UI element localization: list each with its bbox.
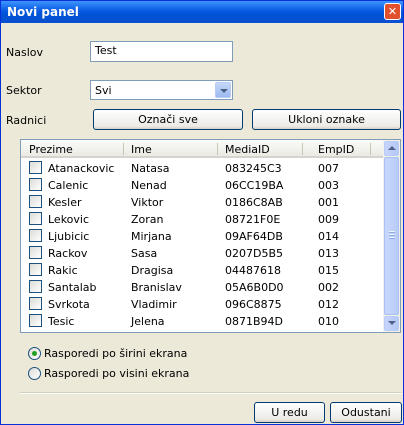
cell-ime: Branislav	[131, 281, 182, 294]
row-checkbox[interactable]	[29, 263, 42, 276]
row-checkbox[interactable]	[29, 161, 42, 174]
grip-line	[389, 237, 395, 239]
cell-mediaid: 0186C8AB	[225, 196, 283, 209]
table-row[interactable]: Lekovic Zoran 08721F0E 009	[21, 211, 383, 227]
cell-prezime: Ljubicic	[48, 230, 90, 243]
cell-empid: 012	[318, 298, 339, 311]
sektor-select[interactable]: Svi	[90, 80, 233, 100]
close-icon: ✕	[387, 5, 398, 18]
footer-divider	[20, 392, 401, 394]
row-checkbox[interactable]	[29, 178, 42, 191]
cell-ime: Jelena	[131, 315, 165, 328]
header-ime[interactable]: Ime	[131, 143, 152, 156]
chevron-down-icon[interactable]	[215, 82, 231, 98]
grip-line	[389, 231, 395, 233]
header-separator[interactable]	[217, 143, 218, 155]
cell-prezime: Calenic	[48, 179, 89, 192]
cell-ime: Viktor	[131, 196, 164, 209]
table-row[interactable]: Svrkota Vladimir 096C8875 012	[21, 296, 383, 312]
row-checkbox[interactable]	[29, 246, 42, 259]
ok-button[interactable]: U redu	[254, 402, 325, 423]
header-separator[interactable]	[123, 143, 124, 155]
header-prezime[interactable]: Prezime	[29, 143, 73, 156]
cell-empid: 003	[318, 179, 339, 192]
cell-ime: Sasa	[131, 247, 158, 260]
ukloni-oznake-button[interactable]: Ukloni oznake	[252, 109, 401, 130]
cell-empid: 007	[318, 162, 339, 175]
cell-ime: Nenad	[131, 179, 167, 192]
cell-mediaid: 0207D5B5	[225, 247, 284, 260]
row-checkbox[interactable]	[29, 195, 42, 208]
table-row[interactable]: Atanackovic Natasa 083245C3 007	[21, 160, 383, 176]
cell-mediaid: 083245C3	[225, 162, 282, 175]
window-title: Novi panel	[7, 5, 79, 19]
cell-mediaid: 096C8875	[225, 298, 282, 311]
title-bar[interactable]: Novi panel ✕	[1, 1, 403, 23]
table-row[interactable]: Calenic Nenad 06CC19BA 003	[21, 177, 383, 193]
cell-ime: Vladimir	[131, 298, 177, 311]
cell-prezime: Kesler	[48, 196, 82, 209]
cell-empid: 001	[318, 196, 339, 209]
cell-mediaid: 05A6B0D0	[225, 281, 284, 294]
table-row[interactable]: Ljubicic Mirjana 09AF64DB 014	[21, 228, 383, 244]
cell-ime: Mirjana	[131, 230, 172, 243]
novi-panel-dialog: Novi panel ✕ Naslov Test Sektor Svi Radn…	[0, 0, 404, 425]
cell-prezime: Atanackovic	[48, 162, 115, 175]
cell-mediaid: 0871B94D	[225, 315, 284, 328]
radio-sirina-label: Rasporedi po širini ekrana	[44, 347, 188, 360]
naslov-input[interactable]: Test	[90, 41, 233, 62]
row-checkbox[interactable]	[29, 212, 42, 225]
cell-empid: 014	[318, 230, 339, 243]
table-row[interactable]: Kesler Viktor 0186C8AB 001	[21, 194, 383, 210]
cell-mediaid: 04487618	[225, 264, 281, 277]
header-empid[interactable]: EmpID	[318, 143, 354, 156]
vertical-scrollbar[interactable]	[383, 140, 400, 332]
table-row[interactable]: Tesic Jelena 0871B94D 010	[21, 313, 383, 329]
cell-empid: 010	[318, 315, 339, 328]
row-checkbox[interactable]	[29, 229, 42, 242]
cell-ime: Dragisa	[131, 264, 174, 277]
scroll-thumb[interactable]	[384, 157, 399, 315]
radio-visina[interactable]	[28, 367, 41, 380]
cell-empid: 002	[318, 281, 339, 294]
radio-visina-label: Rasporedi po visini ekrana	[44, 367, 190, 380]
close-button[interactable]: ✕	[384, 3, 401, 20]
cell-empid: 013	[318, 247, 339, 260]
cell-prezime: Lekovic	[48, 213, 90, 226]
cell-mediaid: 09AF64DB	[225, 230, 283, 243]
scroll-down-icon[interactable]	[384, 316, 399, 331]
grip-line	[389, 234, 395, 236]
cell-ime: Natasa	[131, 162, 170, 175]
header-separator[interactable]	[370, 143, 371, 155]
cell-mediaid: 06CC19BA	[225, 179, 284, 192]
list-header: Prezime Ime MediaID EmpID	[21, 140, 383, 158]
row-checkbox[interactable]	[29, 297, 42, 310]
cell-mediaid: 08721F0E	[225, 213, 281, 226]
naslov-label: Naslov	[6, 46, 43, 59]
radnici-label: Radnici	[6, 114, 47, 127]
scroll-up-icon[interactable]	[384, 141, 399, 156]
cell-empid: 009	[318, 213, 339, 226]
cell-prezime: Svrkota	[48, 298, 90, 311]
table-row[interactable]: Rackov Sasa 0207D5B5 013	[21, 245, 383, 261]
radio-sirina[interactable]	[28, 347, 41, 360]
cell-ime: Zoran	[131, 213, 164, 226]
cell-prezime: Santalab	[48, 281, 97, 294]
cancel-button[interactable]: Odustani	[330, 402, 402, 423]
sektor-label: Sektor	[6, 84, 42, 97]
cell-prezime: Tesic	[48, 315, 75, 328]
cell-prezime: Rakic	[48, 264, 78, 277]
cell-empid: 015	[318, 264, 339, 277]
header-separator[interactable]	[302, 143, 303, 155]
row-checkbox[interactable]	[29, 280, 42, 293]
sektor-selected-value: Svi	[95, 84, 112, 97]
employees-list[interactable]: Prezime Ime MediaID EmpID Atanackovic Na…	[20, 139, 401, 333]
table-row[interactable]: Rakic Dragisa 04487618 015	[21, 262, 383, 278]
header-mediaid[interactable]: MediaID	[225, 143, 270, 156]
row-checkbox[interactable]	[29, 314, 42, 327]
table-row[interactable]: Santalab Branislav 05A6B0D0 002	[21, 279, 383, 295]
cell-prezime: Rackov	[48, 247, 88, 260]
oznaci-sve-button[interactable]: Označi sve	[93, 109, 243, 130]
